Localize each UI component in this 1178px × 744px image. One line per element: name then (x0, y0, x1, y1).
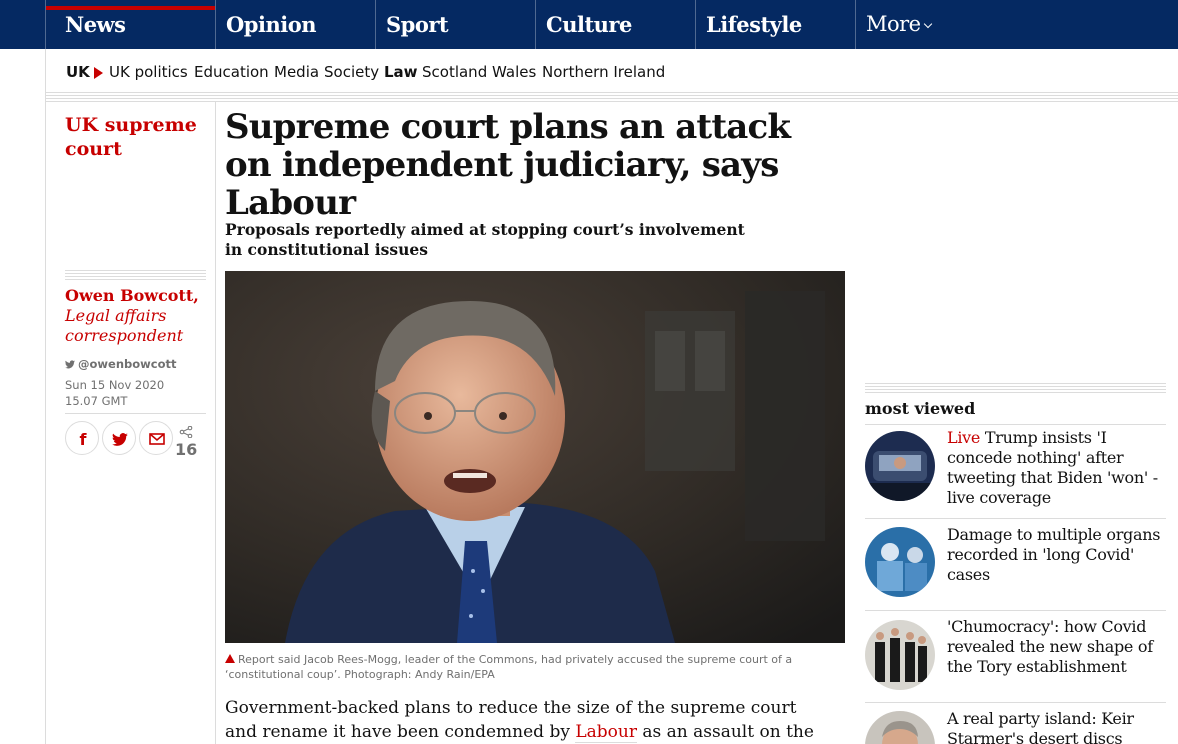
most-viewed-thumbnail (865, 711, 935, 744)
photo-caption: Report said Jacob Rees-Mogg, leader of t… (225, 652, 825, 682)
body-text-2: as an assault on the (636, 722, 814, 742)
most-viewed-thumbnail (865, 527, 935, 597)
twitter-icon (112, 433, 128, 446)
twitter-handle-text: @owenbowcott (78, 357, 177, 371)
nav-lifestyle-label: Lifestyle (706, 12, 802, 37)
section-subnav: UK UK politics Education Media Society L… (45, 49, 1178, 93)
dateline: Sun 15 Nov 2020 15.07 GMT (65, 377, 164, 409)
byline: Owen Bowcott, Legal affairs corresponden… (65, 286, 210, 346)
nav-lifestyle[interactable]: Lifestyle (695, 0, 855, 49)
time-text: 15.07 GMT (65, 394, 128, 408)
email-icon (149, 433, 165, 445)
nav-sport-label: Sport (386, 12, 449, 37)
nav-culture-label: Culture (546, 12, 632, 37)
labour-link[interactable]: Labour (575, 722, 637, 743)
triangle-up-icon (225, 654, 235, 663)
author-role: Legal affairs correspondent (65, 306, 184, 345)
divider (215, 102, 216, 744)
subnav-uk[interactable]: UK (66, 63, 90, 81)
nav-news-label: News (65, 12, 126, 37)
divider (45, 93, 46, 744)
twitter-handle[interactable]: @owenbowcott (65, 357, 176, 371)
most-viewed-item[interactable]: Live Trump insists 'I concede nothing' a… (865, 424, 1166, 517)
date-text: Sun 15 Nov 2020 (65, 378, 165, 392)
svg-text:f: f (80, 430, 88, 449)
arrow-right-icon (94, 67, 103, 79)
nav-sport[interactable]: Sport (375, 0, 535, 49)
nav-opinion[interactable]: Opinion (215, 0, 375, 49)
live-kicker: Live (947, 428, 981, 447)
most-viewed-title: most viewed (865, 399, 976, 418)
subnav-uk-politics[interactable]: UK politics (109, 63, 188, 81)
author-name[interactable]: Owen Bowcott, (65, 286, 210, 306)
share-count-number: 16 (175, 440, 198, 459)
chevron-down-icon (923, 19, 932, 29)
nav-news[interactable]: News (45, 0, 216, 49)
share-count: 16 (175, 423, 197, 459)
article-main-photo (225, 271, 845, 643)
caption-text: Report said Jacob Rees-Mogg, leader of t… (225, 653, 793, 681)
share-email-button[interactable] (139, 421, 173, 455)
subnav-wales[interactable]: Wales (492, 63, 536, 81)
article-body: Government-backed plans to reduce the si… (225, 696, 825, 744)
nav-opinion-label: Opinion (226, 12, 316, 37)
divider (865, 383, 1166, 395)
most-viewed-headline: Damage to multiple organs recorded in 'l… (947, 525, 1161, 584)
share-icon (179, 425, 193, 439)
subnav-scotland[interactable]: Scotland (422, 63, 487, 81)
share-facebook-button[interactable]: f (65, 421, 99, 455)
most-viewed-headline: A real party island: Keir Starmer's dese… (947, 709, 1134, 744)
divider (65, 413, 206, 414)
divider (65, 270, 206, 282)
article-headline: Supreme court plans an attack on indepen… (225, 107, 791, 223)
series-label[interactable]: UK supreme court (65, 113, 200, 161)
nav-more-label: More (866, 12, 921, 36)
article-standfirst: Proposals reportedly aimed at stopping c… (225, 220, 745, 259)
most-viewed-thumbnail (865, 620, 935, 690)
most-viewed-headline: 'Chumocracy': how Covid revealed the new… (947, 617, 1153, 676)
subnav-education[interactable]: Education (194, 63, 269, 81)
most-viewed-headline: Live Trump insists 'I concede nothing' a… (947, 428, 1162, 508)
pillar-nav: News Opinion Sport Culture Lifestyle Mor… (0, 0, 1178, 49)
subnav-northern-ireland[interactable]: Northern Ireland (542, 63, 665, 81)
most-viewed-item[interactable]: Damage to multiple organs recorded in 'l… (865, 518, 1166, 610)
subnav-society[interactable]: Society (324, 63, 379, 81)
divider (45, 92, 1178, 102)
portrait-illustration (225, 271, 845, 643)
nav-more[interactable]: More (855, 0, 1015, 49)
subnav-law[interactable]: Law (384, 63, 418, 81)
facebook-icon: f (80, 430, 88, 449)
share-twitter-button[interactable] (102, 421, 136, 455)
nav-culture[interactable]: Culture (535, 0, 695, 49)
most-viewed-item[interactable]: A real party island: Keir Starmer's dese… (865, 702, 1166, 744)
twitter-bird-icon (65, 360, 75, 369)
most-viewed-thumbnail (865, 431, 935, 501)
subnav-media[interactable]: Media (274, 63, 319, 81)
most-viewed-item[interactable]: 'Chumocracy': how Covid revealed the new… (865, 610, 1166, 702)
